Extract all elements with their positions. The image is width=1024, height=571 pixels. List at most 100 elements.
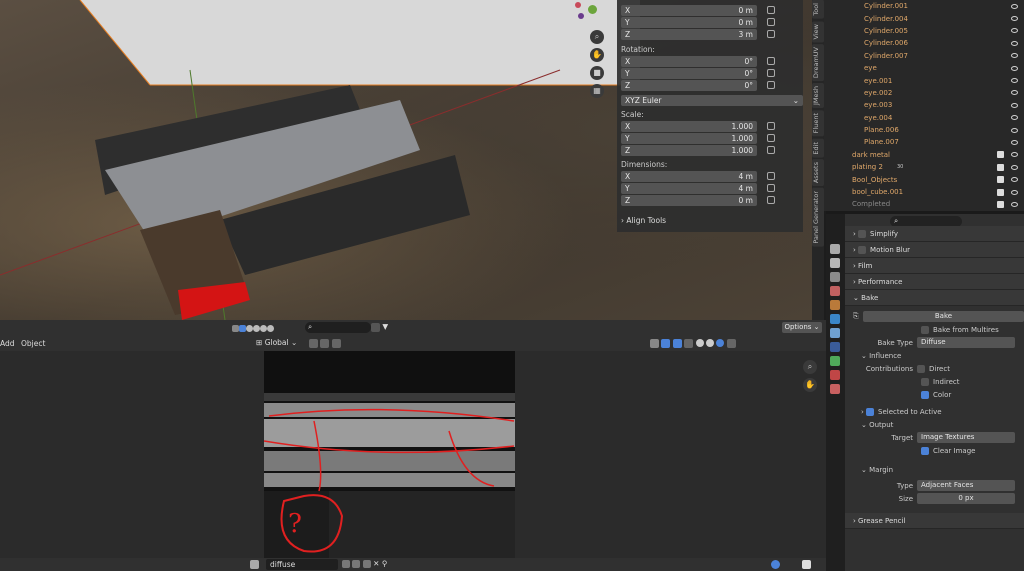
output-panel[interactable]: ⌄ Output [845,418,1024,431]
baked-texture-image[interactable]: ? [263,351,515,558]
outliner-item[interactable]: plating 2 30 [838,161,1024,173]
outliner-item[interactable]: eye.004 [838,112,1024,124]
section-grease-pencil[interactable]: › Grease Pencil [845,513,1024,529]
overlay-icon[interactable] [771,560,780,569]
outliner-item[interactable]: Cylinder.005 [838,25,1024,37]
exclude-checkbox[interactable] [997,176,1004,184]
pan-hand-icon[interactable]: ✋ [590,48,604,62]
eye-icon[interactable] [1011,3,1018,9]
eye-icon[interactable] [1011,78,1018,84]
eye-icon[interactable] [1011,115,1018,121]
dimensions-y-field[interactable]: Y 4 m [621,182,757,194]
section-film[interactable]: › Film [845,258,1024,274]
scale-x-field[interactable]: X 1.000 [621,120,757,132]
zoom-icon[interactable]: ⌕ [803,360,817,374]
data-icon[interactable] [830,356,840,366]
overlay-shading-tools[interactable] [650,338,820,349]
render-icon[interactable] [830,258,840,268]
image-icon[interactable] [250,560,259,569]
lock-icon[interactable] [767,30,775,38]
modifier-icon[interactable] [830,314,840,324]
section-bake[interactable]: ⌄ Bake [845,290,1024,306]
tab-panel-generator[interactable]: Panel Generator [812,188,824,247]
bake-button[interactable]: Bake [862,311,1024,322]
lock-icon[interactable] [767,6,775,14]
outliner-item[interactable]: eye.002 [838,87,1024,99]
clear-image-checkbox[interactable]: Clear Image [845,444,1024,457]
influence-panel[interactable]: ⌄ Influence [845,349,1024,362]
scene-icon[interactable] [830,286,840,296]
zoom-icon[interactable]: ⌕ [590,30,604,44]
tab-jmesh[interactable]: JMesh [812,83,824,109]
rotation-mode-dropdown[interactable]: XYZ Euler ⌄ [621,95,803,106]
bake-from-multires-checkbox[interactable]: Bake from Multires [845,323,1024,336]
eye-icon[interactable] [1011,127,1018,133]
pin-icon[interactable]: ⚲ [382,559,388,568]
dimensions-x-field[interactable]: X 4 m [621,170,757,182]
indirect-checkbox[interactable]: Indirect [845,375,1024,388]
viewport-search[interactable]: ⌕ [305,322,371,333]
selected-to-active-panel[interactable]: › Selected to Active [845,405,1024,418]
eye-icon[interactable] [1011,28,1018,34]
color-checkbox[interactable]: Color [845,388,1024,401]
lock-icon[interactable] [767,196,775,204]
rotation-z-field[interactable]: Z 0° [621,79,757,91]
eye-icon[interactable] [1011,65,1018,71]
exclude-checkbox[interactable] [997,163,1004,171]
rotation-y-field[interactable]: Y 0° [621,67,757,79]
image-datablock-buttons[interactable]: ✕ ⚲ [342,559,406,570]
lock-icon[interactable] [767,81,775,89]
outliner-item[interactable]: bool_cube.001 [838,186,1024,198]
outliner[interactable]: Cylinder.001 Cylinder.004 Cylinder.005 Cyli… [838,0,1024,211]
tab-dreamuv[interactable]: DreamUV [812,44,824,82]
outliner-item[interactable]: eye.003 [838,99,1024,111]
outliner-item[interactable]: Completed [838,198,1024,210]
lock-icon[interactable] [767,184,775,192]
filter-icon[interactable]: ▼ [382,322,388,331]
exclude-checkbox[interactable] [997,200,1004,208]
outliner-item[interactable]: eye [838,62,1024,74]
section-simplify[interactable]: › Simplify [845,226,1024,242]
pan-hand-icon[interactable]: ✋ [803,378,817,392]
rotation-x-field[interactable]: X 0° [621,55,757,67]
material-icon[interactable] [830,370,840,380]
display-channels-icon[interactable] [802,560,811,569]
eye-icon[interactable] [1011,53,1018,59]
eye-icon[interactable] [1011,189,1018,195]
outliner-item[interactable]: Cylinder.001 [838,0,1024,12]
eye-icon[interactable] [1011,16,1018,22]
outliner-item[interactable]: Cylinder.007 [838,50,1024,62]
dimensions-z-field[interactable]: Z 0 m [621,194,757,206]
outliner-item[interactable]: Cylinder.006 [838,37,1024,49]
margin-size-field[interactable]: 0 px [917,493,1015,504]
physics-icon[interactable] [830,342,840,352]
margin-panel[interactable]: ⌄ Margin [845,463,1024,476]
close-icon[interactable]: ✕ [373,559,379,568]
object-menu[interactable]: Object [21,339,45,348]
outliner-item[interactable]: Plane.006 [838,124,1024,136]
view-toggles[interactable] [232,323,302,333]
tab-view[interactable]: View [812,20,824,43]
location-y-field[interactable]: Y 0 m [621,16,757,28]
bake-type-dropdown[interactable]: Diffuse [917,337,1015,348]
eye-icon[interactable] [1011,164,1018,170]
image-name-field[interactable]: diffuse [266,559,338,570]
scale-y-field[interactable]: Y 1.000 [621,132,757,144]
tab-tool[interactable]: Tool [812,0,824,19]
eye-icon[interactable] [1011,139,1018,145]
lock-icon[interactable] [767,69,775,77]
location-z-field[interactable]: Z 3 m [621,28,757,40]
target-dropdown[interactable]: Image Textures [917,432,1015,443]
lock-icon[interactable] [767,134,775,142]
tab-edit[interactable]: Edit [812,138,824,158]
section-performance[interactable]: › Performance [845,274,1024,290]
navigation-gizmo[interactable] [575,0,601,20]
add-menu[interactable]: Add [0,339,15,348]
eye-icon[interactable] [1011,90,1018,96]
outliner-item[interactable]: Cylinder.004 [838,12,1024,24]
eye-icon[interactable] [1011,152,1018,158]
object-icon[interactable] [830,300,840,310]
particles-icon[interactable] [830,328,840,338]
tab-fluent[interactable]: Fluent [812,110,824,137]
eye-icon[interactable] [1011,102,1018,108]
